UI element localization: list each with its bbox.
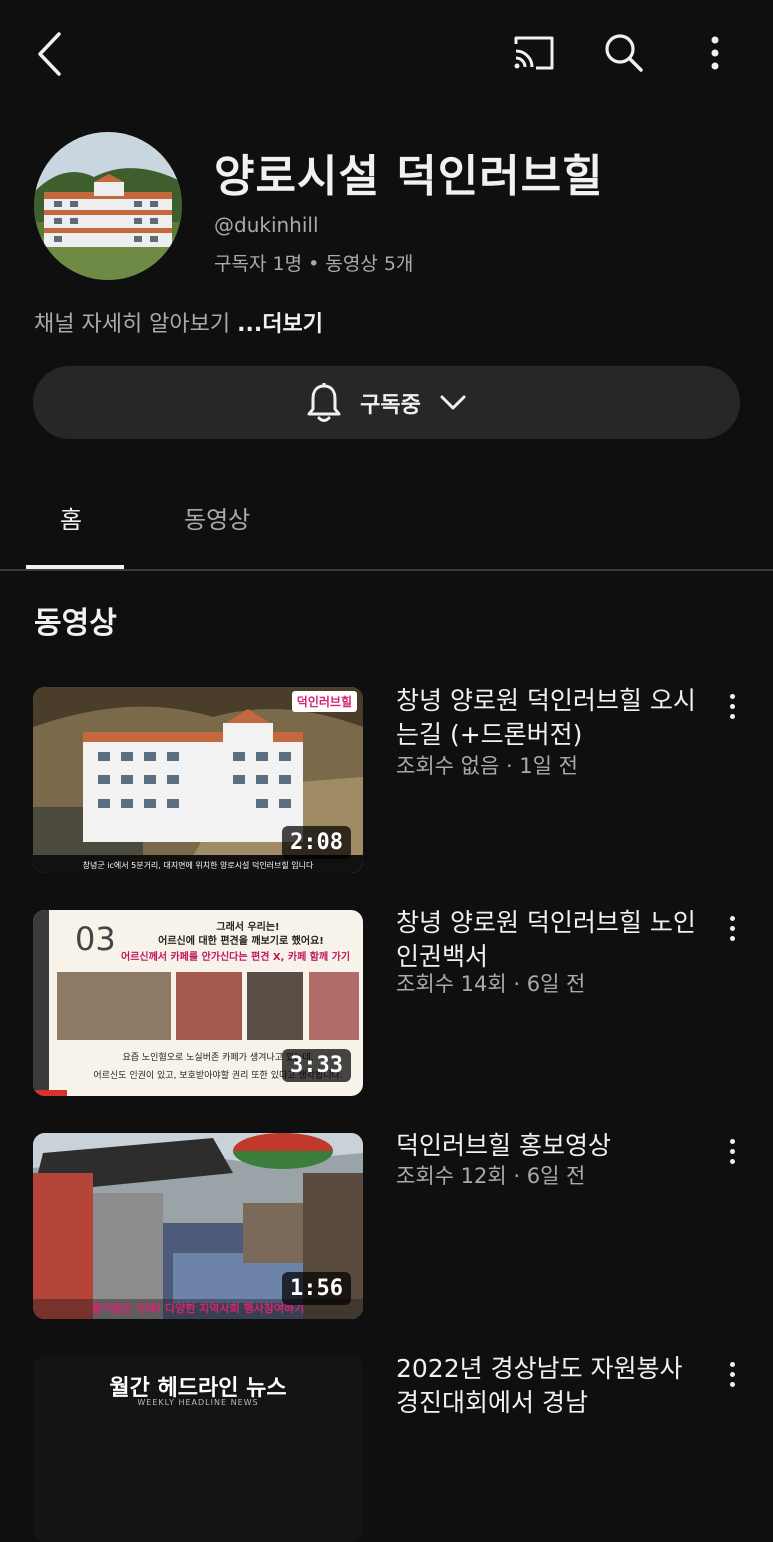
more-options-button[interactable]	[698, 30, 732, 76]
video-more-button[interactable]	[718, 908, 746, 948]
chevron-left-icon	[38, 32, 61, 76]
tab-home[interactable]: 홈	[60, 500, 82, 535]
thumbnail-heading-1: 그래서 우리는!	[216, 922, 280, 933]
cast-button[interactable]	[508, 30, 560, 76]
subscribed-label: 구독중	[360, 392, 421, 418]
video-thumbnail[interactable]: 월간 헤드라인 뉴스 WEEKLY HEADLINE NEWS	[33, 1356, 363, 1542]
thumbnail-accent	[33, 1090, 67, 1096]
thumbnail-caption: 창녕군 ic에서 5분거리, 대지면에 위치한 양로시설 덕인러브힐 입니다	[82, 861, 314, 870]
chevron-down-icon	[440, 395, 466, 409]
thumbnail-photo	[176, 972, 242, 1040]
channel-stats: 구독자 1명 • 동영상 5개	[214, 253, 414, 275]
tabs-divider	[0, 569, 773, 571]
video-meta: 조회수 없음 · 1일 전	[396, 754, 578, 778]
subscribed-button[interactable]: 구독중	[33, 366, 740, 439]
thumbnail-photo	[247, 972, 303, 1040]
video-title[interactable]: 2022년 경상남도 자원봉사 경진대회에서 경남	[396, 1352, 696, 1420]
channel-title: 양로시설 덕인러브힐	[214, 151, 604, 202]
vertical-ellipsis-icon	[711, 36, 719, 70]
thumbnail-photo	[57, 972, 171, 1040]
video-meta: 조회수 12회 · 6일 전	[396, 1164, 586, 1188]
video-more-button[interactable]	[718, 686, 746, 726]
channel-about-link[interactable]: 채널 자세히 알아보기 ...더보기	[34, 306, 323, 338]
thumbnail-number: 03	[75, 920, 116, 958]
video-title[interactable]: 덕인러브힐 홍보영상	[396, 1129, 696, 1163]
video-more-button[interactable]	[718, 1131, 746, 1171]
about-text: 채널 자세히 알아보기	[34, 312, 231, 337]
channel-handle: @dukinhill	[214, 213, 319, 237]
video-meta: 조회수 14회 · 6일 전	[396, 972, 586, 996]
video-duration: 3:33	[282, 1049, 351, 1082]
thumbnail-heading-2: WEEKLY HEADLINE NEWS	[137, 1398, 259, 1407]
search-icon	[605, 34, 643, 72]
video-thumbnail[interactable]: 즐거움은 두배! 다양한 지역사회 행사참여하기 1:56	[33, 1133, 363, 1319]
back-button[interactable]	[28, 28, 72, 80]
video-thumbnail[interactable]: 덕인러브힐 창녕군 ic에서 5분거리, 대지면에 위치한 양로시설 덕인러브힐…	[33, 687, 363, 873]
thumbnail-brand: 덕인러브힐	[291, 691, 357, 712]
video-more-button[interactable]	[718, 1354, 746, 1394]
search-button[interactable]	[600, 30, 648, 76]
video-duration: 2:08	[282, 826, 351, 859]
building-image	[34, 132, 182, 280]
thumbnail-heading-2: 어르신에 대한 편견을 깨보기로 했어요!	[158, 936, 324, 947]
video-title[interactable]: 창녕 양로원 덕인러브힐 오시는길 (+드론버전)	[396, 684, 696, 752]
bell-icon	[307, 382, 341, 422]
section-title: 동영상	[34, 606, 117, 641]
video-title[interactable]: 창녕 양로원 덕인러브힐 노인인권백서	[396, 906, 696, 974]
cast-icon	[514, 36, 554, 70]
thumbnail-photo	[309, 972, 359, 1040]
more-link[interactable]: ...더보기	[237, 312, 323, 337]
channel-avatar[interactable]	[34, 132, 182, 280]
video-duration: 1:56	[282, 1272, 351, 1305]
video-thumbnail[interactable]: 03 그래서 우리는! 어르신에 대한 편견을 깨보기로 했어요! 어르신께서 …	[33, 910, 363, 1096]
thumbnail-side-bar	[33, 910, 49, 1096]
thumbnail-heading-3: 어르신께서 카페를 안가신다는 편견 X, 카페 함께 가기	[121, 952, 351, 963]
tab-videos[interactable]: 동영상	[184, 500, 250, 535]
